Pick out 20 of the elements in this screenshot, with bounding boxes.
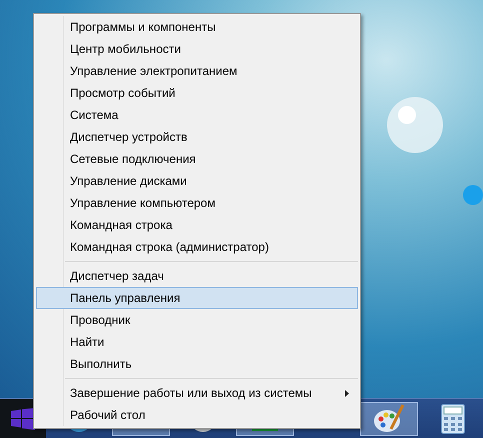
calculator-icon[interactable] — [441, 404, 465, 434]
menu-item[interactable]: Центр мобильности — [36, 38, 358, 60]
menu-item[interactable]: Найти — [36, 331, 358, 353]
menu-item[interactable]: Просмотр событий — [36, 82, 358, 104]
menu-item[interactable]: Управление электропитанием — [36, 60, 358, 82]
menu-item[interactable]: Система — [36, 104, 358, 126]
windows-logo-icon[interactable] — [11, 408, 35, 430]
menu-item[interactable]: Диспетчер задач — [36, 265, 358, 287]
menu-item[interactable]: Выполнить — [36, 353, 358, 375]
menu-item[interactable]: Командная строка (администратор) — [36, 236, 358, 258]
menu-item[interactable]: Проводник — [36, 309, 358, 331]
paint-palette-icon[interactable] — [373, 404, 405, 434]
menu-item[interactable]: Сетевые подключения — [36, 148, 358, 170]
menu-item[interactable]: Управление компьютером — [36, 192, 358, 214]
menu-item[interactable]: Командная строка — [36, 214, 358, 236]
menu-item[interactable]: Завершение работы или выход из системы — [36, 382, 358, 404]
menu-item[interactable]: Панель управления — [36, 287, 358, 309]
menu-item[interactable]: Программы и компоненты — [36, 16, 358, 38]
menu-item[interactable]: Управление дисками — [36, 170, 358, 192]
menu-item[interactable]: Диспетчер устройств — [36, 126, 358, 148]
